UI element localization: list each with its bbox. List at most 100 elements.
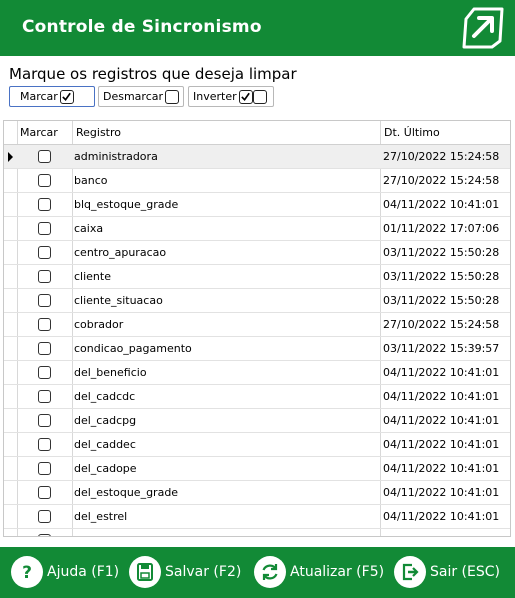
sair-button[interactable]: Sair (ESC): [394, 555, 500, 589]
table-row[interactable]: del_estcod 04/11/2022 10:41:01: [4, 529, 510, 536]
grid-header: Marcar Registro Dt. Último: [4, 121, 510, 145]
table-row[interactable]: blq_estoque_grade 04/11/2022 10:41:01: [4, 193, 510, 217]
table-row[interactable]: centro_apuracao 03/11/2022 15:50:28: [4, 241, 510, 265]
dt-ultimo-cell: 04/11/2022 10:41:01: [383, 462, 500, 475]
checkbox-empty-icon: [252, 89, 267, 104]
svg-text:?: ?: [22, 563, 32, 583]
registro-cell: caixa: [74, 222, 104, 235]
dt-ultimo-cell: 03/11/2022 15:39:57: [383, 342, 500, 355]
registro-cell: del_estrel: [74, 510, 128, 523]
registro-cell: del_estcod: [74, 534, 133, 536]
registro-cell: del_cadcpg: [74, 414, 137, 427]
column-header-dt-ultimo[interactable]: Dt. Último: [384, 126, 440, 139]
title-bar: Controle de Sincronismo: [0, 0, 515, 56]
dt-ultimo-cell: 04/11/2022 10:41:01: [383, 534, 499, 536]
dt-ultimo-cell: 27/10/2022 15:24:58: [383, 150, 500, 163]
dt-ultimo-cell: 27/10/2022 15:24:58: [383, 318, 500, 331]
table-row[interactable]: administradora 27/10/2022 15:24:58: [4, 145, 510, 169]
row-indicator-icon: [8, 152, 13, 162]
registro-cell: del_cadcdc: [74, 390, 136, 403]
row-checkbox[interactable]: [38, 198, 51, 211]
checkbox-checked-icon: [238, 89, 253, 104]
registro-cell: del_caddec: [74, 438, 136, 451]
salvar-button[interactable]: Salvar (F2): [129, 555, 241, 589]
table-row[interactable]: del_caddec 04/11/2022 10:41:01: [4, 433, 510, 457]
atualizar-label: Atualizar (F5): [290, 564, 385, 580]
row-checkbox[interactable]: [38, 462, 51, 475]
checkbox-checked-icon: [59, 89, 74, 104]
table-row[interactable]: del_cadcpg 04/11/2022 10:41:01: [4, 409, 510, 433]
table-row[interactable]: condicao_pagamento 03/11/2022 15:39:57: [4, 337, 510, 361]
atualizar-button[interactable]: Atualizar (F5): [254, 555, 384, 589]
row-checkbox[interactable]: [38, 318, 51, 331]
arrow-up-right-icon: [460, 5, 506, 49]
dt-ultimo-cell: 27/10/2022 15:24:58: [383, 174, 500, 187]
window-title: Controle de Sincronismo: [22, 17, 262, 37]
row-checkbox[interactable]: [38, 294, 51, 307]
dt-ultimo-cell: 03/11/2022 15:50:28: [383, 246, 500, 259]
marcar-button[interactable]: Marcar: [9, 86, 95, 107]
registro-cell: del_estoque_grade: [74, 486, 179, 499]
table-row[interactable]: del_beneficio 04/11/2022 10:41:01: [4, 361, 510, 385]
registro-cell: del_beneficio: [74, 366, 147, 379]
refresh-icon: [254, 556, 286, 588]
row-checkbox[interactable]: [38, 486, 51, 499]
table-row[interactable]: cliente 03/11/2022 15:50:28: [4, 265, 510, 289]
table-row[interactable]: banco 27/10/2022 15:24:58: [4, 169, 510, 193]
desmarcar-label: Desmarcar: [103, 90, 164, 103]
row-checkbox[interactable]: [38, 438, 51, 451]
table-row[interactable]: caixa 01/11/2022 17:07:06: [4, 217, 510, 241]
row-checkbox[interactable]: [38, 174, 51, 187]
row-checkbox[interactable]: [38, 414, 51, 427]
dt-ultimo-cell: 03/11/2022 15:50:28: [383, 294, 500, 307]
dt-ultimo-cell: 04/11/2022 10:41:01: [383, 198, 500, 211]
inverter-label: Inverter: [193, 90, 237, 103]
desmarcar-button[interactable]: Desmarcar: [98, 86, 184, 107]
records-grid[interactable]: Marcar Registro Dt. Último administrador…: [3, 120, 511, 537]
registro-cell: del_cadope: [74, 462, 137, 475]
dt-ultimo-cell: 04/11/2022 10:41:01: [383, 390, 500, 403]
row-checkbox[interactable]: [38, 390, 51, 403]
row-checkbox[interactable]: [38, 270, 51, 283]
inverter-button[interactable]: Inverter: [188, 86, 274, 107]
row-checkbox[interactable]: [38, 342, 51, 355]
column-header-registro[interactable]: Registro: [76, 126, 121, 139]
save-icon: [129, 556, 161, 588]
registro-cell: cliente: [74, 270, 111, 283]
row-checkbox[interactable]: [38, 366, 51, 379]
dt-ultimo-cell: 04/11/2022 10:41:01: [383, 486, 500, 499]
table-row[interactable]: del_cadcdc 04/11/2022 10:41:01: [4, 385, 510, 409]
registro-cell: cobrador: [74, 318, 124, 331]
dt-ultimo-cell: 04/11/2022 10:41:01: [383, 438, 500, 451]
checkbox-empty-icon: [165, 89, 180, 104]
row-checkbox[interactable]: [38, 246, 51, 259]
row-checkbox[interactable]: [38, 534, 51, 536]
row-checkbox[interactable]: [38, 150, 51, 163]
exit-icon: [394, 556, 426, 588]
table-row[interactable]: del_cadope 04/11/2022 10:41:01: [4, 457, 510, 481]
row-checkbox[interactable]: [38, 510, 51, 523]
table-row[interactable]: cobrador 27/10/2022 15:24:58: [4, 313, 510, 337]
instruction-text: Marque os registros que deseja limpar: [9, 65, 297, 83]
registro-cell: condicao_pagamento: [74, 342, 192, 355]
registro-cell: banco: [74, 174, 108, 187]
table-row[interactable]: cliente_situacao 03/11/2022 15:50:28: [4, 289, 510, 313]
marcar-label: Marcar: [20, 90, 58, 103]
dt-ultimo-cell: 04/11/2022 10:41:01: [383, 510, 500, 523]
table-row[interactable]: del_estrel 04/11/2022 10:41:01: [4, 505, 510, 529]
registro-cell: centro_apuracao: [74, 246, 167, 259]
dt-ultimo-cell: 03/11/2022 15:50:28: [383, 270, 500, 283]
row-checkbox[interactable]: [38, 222, 51, 235]
table-row[interactable]: del_estoque_grade 04/11/2022 10:41:01: [4, 481, 510, 505]
dt-ultimo-cell: 04/11/2022 10:41:01: [383, 414, 500, 427]
help-icon: ?: [11, 556, 43, 588]
registro-cell: cliente_situacao: [74, 294, 163, 307]
sair-label: Sair (ESC): [430, 564, 500, 580]
ajuda-label: Ajuda (F1): [47, 564, 120, 580]
salvar-label: Salvar (F2): [165, 564, 242, 580]
dt-ultimo-cell: 01/11/2022 17:07:06: [383, 222, 500, 235]
column-header-marcar[interactable]: Marcar: [20, 126, 58, 139]
footer-toolbar: ? Ajuda (F1) Salvar (F2) Atualizar (F5) …: [0, 547, 515, 598]
registro-cell: administradora: [74, 150, 158, 163]
ajuda-button[interactable]: ? Ajuda (F1): [11, 555, 119, 589]
